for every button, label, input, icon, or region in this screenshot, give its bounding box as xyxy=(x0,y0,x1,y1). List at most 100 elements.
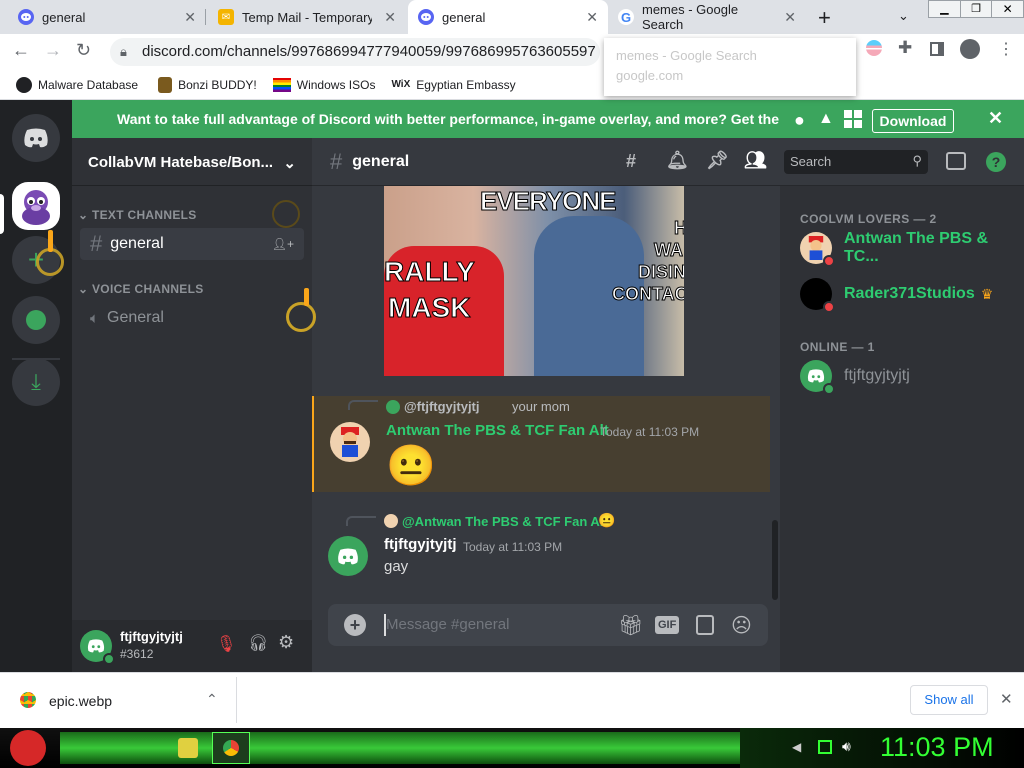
chevron-up-icon[interactable]: ⌃ xyxy=(206,691,218,708)
volume-icon[interactable]: 🔊︎ xyxy=(842,738,851,755)
restore-icon[interactable]: ❐ xyxy=(961,1,993,17)
author-name[interactable]: Antwan The PBS & TCF Fan Alt xyxy=(386,422,609,439)
member-name: Antwan The PBS & TC... xyxy=(844,230,989,265)
message-emoji: 😐 xyxy=(386,444,436,488)
message[interactable]: @Antwan The PBS & TCF Fan Alt 😐 ftjftgyj… xyxy=(312,510,770,580)
tab-general-1[interactable]: general ✕ xyxy=(8,0,206,34)
sticker-icon[interactable] xyxy=(696,615,714,635)
category-voice-channels[interactable]: ⌄ VOICE CHANNELS xyxy=(78,282,204,296)
back-arrow-icon[interactable]: ← xyxy=(12,40,30,61)
tray-network-icon[interactable] xyxy=(818,740,832,754)
server-header[interactable]: CollabVM Hatebase/Bon... ⌄ xyxy=(72,138,312,186)
attach-plus-icon[interactable]: + xyxy=(344,614,366,636)
reply-username[interactable]: @Antwan The PBS & TCF Fan Alt xyxy=(402,514,608,529)
invite-member-icon[interactable]: 👤︎+ xyxy=(272,237,294,251)
channel-label: General xyxy=(107,309,164,326)
reply-preview[interactable]: your mom xyxy=(512,399,570,414)
address-bar[interactable]: 🔒︎ discord.com/channels/9976869947779400… xyxy=(110,38,600,66)
help-icon[interactable]: ? xyxy=(986,152,1006,172)
hashtag-icon: # xyxy=(330,148,343,174)
channel-voice-general[interactable]: 🔈︎ General xyxy=(80,302,304,334)
dismiss-banner-icon[interactable]: ✕ xyxy=(988,108,1003,129)
emoji-picker-icon[interactable]: ☹ xyxy=(731,613,752,638)
banner-text: Want to take full advantage of Discord w… xyxy=(117,111,783,127)
member-name: Rader371Studios xyxy=(844,285,975,302)
show-all-button[interactable]: Show all xyxy=(910,685,988,715)
window-close-icon[interactable]: ✕ xyxy=(992,1,1023,17)
search-input[interactable]: Search ⚲ xyxy=(784,150,928,174)
meme-text: WA xyxy=(654,240,684,261)
omnibox-suggestion[interactable]: memes - Google Search google.com xyxy=(604,38,856,96)
member-item[interactable]: Antwan The PBS & TC... xyxy=(800,228,1024,268)
author-name[interactable]: ftjftgyjtyjtj xyxy=(384,536,457,553)
start-angry-bird-icon[interactable] xyxy=(10,730,46,766)
forward-arrow-icon[interactable]: → xyxy=(44,40,62,61)
member-avatar xyxy=(800,232,835,267)
gift-icon[interactable]: 🎁︎ xyxy=(618,613,643,638)
close-tab-icon[interactable]: ✕ xyxy=(784,9,796,26)
taskbar-app-icon[interactable] xyxy=(178,738,198,758)
tab-temp-mail[interactable]: ✉ Temp Mail - Temporary Di ✕ xyxy=(208,0,406,34)
close-shelf-icon[interactable]: ✕ xyxy=(1000,690,1013,708)
server-icon-bonzi[interactable] xyxy=(12,182,60,230)
member-list-icon[interactable]: 👥︎ xyxy=(744,150,767,171)
new-tab-plus-icon[interactable]: + xyxy=(818,5,831,31)
message-input[interactable]: Message #general xyxy=(386,616,509,633)
temp-mail-icon: ✉ xyxy=(218,9,234,25)
side-panel-icon[interactable] xyxy=(930,42,944,56)
member-avatar xyxy=(800,360,835,395)
headphones-icon[interactable]: 🎧︎ xyxy=(248,633,268,653)
tab-google-search[interactable]: G memes - Google Search ✕ xyxy=(608,0,806,34)
meme-text: EVERYONE xyxy=(480,186,618,217)
extension-flag-icon[interactable] xyxy=(866,40,882,56)
close-tab-icon[interactable]: ✕ xyxy=(184,9,196,26)
pin-icon[interactable]: 📌︎ xyxy=(706,150,729,171)
close-tab-icon[interactable]: ✕ xyxy=(384,9,396,26)
threads-icon[interactable]: # xyxy=(626,151,636,172)
tab-general-active[interactable]: general ✕ xyxy=(408,0,608,34)
tab-title: general xyxy=(42,9,86,25)
tutorial-indicator-icon xyxy=(36,248,64,276)
tab-search-chevron-icon[interactable]: ⌄ xyxy=(898,8,909,24)
author-avatar[interactable] xyxy=(330,422,370,462)
taskbar-chrome-button[interactable] xyxy=(212,732,250,764)
member-item[interactable]: Rader371Studios ♛ xyxy=(800,274,993,314)
message-mention-highlight[interactable]: @ftjftgyjtyjtj your mom Antwan The PBS &… xyxy=(312,396,770,492)
reply-preview[interactable]: 😐 xyxy=(598,512,615,529)
notification-bell-icon[interactable]: 🔔︎ xyxy=(666,150,689,171)
author-avatar[interactable] xyxy=(328,536,368,576)
channel-general[interactable]: # general 👤︎+ xyxy=(80,228,304,260)
explore-servers-icon[interactable] xyxy=(12,296,60,344)
member-item[interactable]: ftjftgyjtyjtj xyxy=(800,356,910,396)
bookmark-windows-isos[interactable]: Windows ISOs xyxy=(265,77,384,92)
message-scrollbar[interactable] xyxy=(772,520,778,600)
bookmark-malware-database[interactable]: Malware Database xyxy=(8,76,146,93)
discord-home-icon[interactable] xyxy=(12,114,60,162)
bookmark-bonzi-buddy[interactable]: Bonzi BUDDY! xyxy=(150,76,265,93)
extensions-puzzle-icon[interactable]: ✚ xyxy=(898,38,912,58)
user-avatar[interactable] xyxy=(80,630,115,665)
download-apps-icon[interactable]: ⤓ xyxy=(12,358,60,406)
mute-mic-icon[interactable]: 🎙︎ xyxy=(216,634,236,654)
profile-avatar-icon[interactable] xyxy=(960,39,980,59)
reload-icon[interactable]: ↻ xyxy=(76,40,91,61)
android-icon: ▲ xyxy=(818,110,834,127)
download-button[interactable]: Download xyxy=(872,109,954,133)
reply-username[interactable]: @ftjftgyjtyjtj xyxy=(404,399,480,414)
download-file-name[interactable]: epic.webp xyxy=(49,693,112,709)
minimize-icon[interactable]: ▁ xyxy=(929,1,961,17)
meme-image[interactable]: EVERYONE RALLY MASK H WA DISIN CONTACT xyxy=(384,186,684,376)
settings-gear-icon[interactable]: ⚙ xyxy=(278,632,294,653)
tray-back-icon[interactable]: ◀ xyxy=(792,740,801,754)
gif-icon[interactable]: GIF xyxy=(655,616,680,634)
category-text-channels[interactable]: ⌄ TEXT CHANNELS xyxy=(78,208,197,222)
bookmark-egyptian-embassy[interactable]: WiX Egyptian Embassy xyxy=(383,78,523,92)
download-arrow-icon: ⤓ xyxy=(31,369,41,394)
bookmark-label: Windows ISOs xyxy=(296,77,376,92)
close-tab-icon[interactable]: ✕ xyxy=(586,9,598,26)
channel-label: general xyxy=(110,235,164,252)
inbox-icon[interactable] xyxy=(946,152,966,170)
channel-sidebar: CollabVM Hatebase/Bon... ⌄ ⌄ TEXT CHANNE… xyxy=(72,138,316,672)
member-list: COOLVM LOVERS — 2 Antwan The PBS & TC...… xyxy=(780,186,1024,672)
more-menu-icon[interactable]: ⋮ xyxy=(998,39,1014,59)
